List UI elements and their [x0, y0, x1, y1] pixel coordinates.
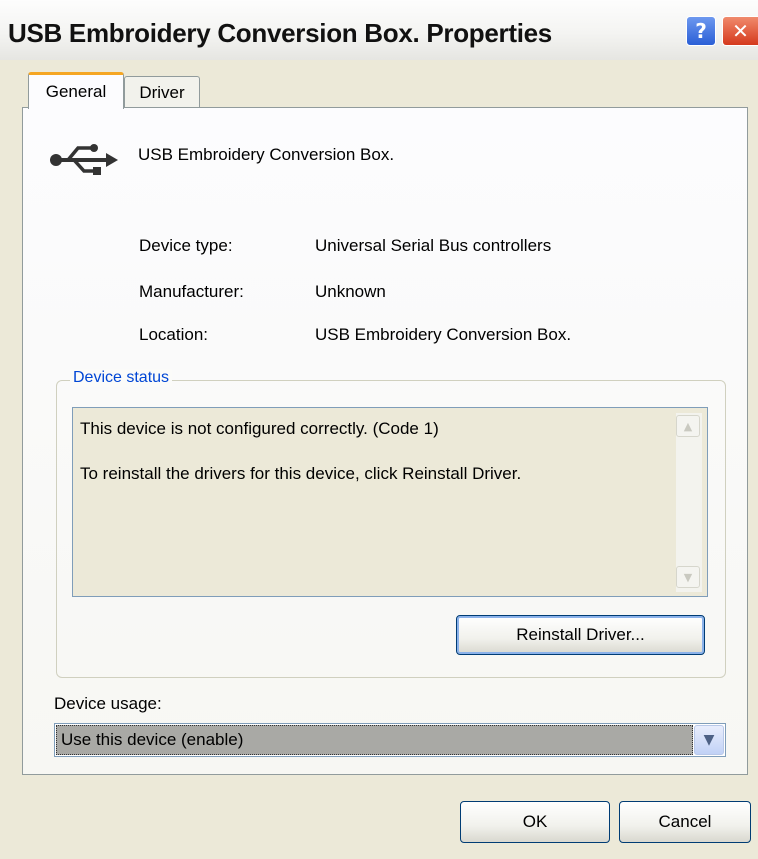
location-label: Location: — [139, 325, 208, 344]
manufacturer-value: Unknown — [315, 282, 386, 301]
device-usage-label: Device usage: — [54, 694, 162, 713]
tab-bar: General Driver — [0, 72, 758, 109]
ok-button[interactable]: OK — [460, 801, 610, 843]
reinstall-driver-button[interactable]: Reinstall Driver... — [456, 615, 705, 655]
status-line: To reinstall the drivers for this device… — [80, 464, 522, 483]
scroll-down-icon[interactable]: ▼ — [676, 566, 700, 588]
usb-icon — [50, 144, 118, 175]
status-line: This device is not configured correctly.… — [80, 419, 439, 438]
close-icon: ✕ — [732, 19, 749, 43]
cancel-button[interactable]: Cancel — [619, 801, 751, 843]
device-type-value: Universal Serial Bus controllers — [315, 236, 552, 255]
device-name: USB Embroidery Conversion Box. — [138, 145, 395, 164]
device-status-legend: Device status — [70, 369, 173, 387]
close-button[interactable]: ✕ — [722, 16, 758, 46]
manufacturer-label: Manufacturer: — [139, 282, 244, 301]
title-bar[interactable]: USB Embroidery Conversion Box. Propertie… — [0, 0, 758, 60]
device-usage-value: Use this device (enable) — [56, 725, 693, 755]
help-icon: ? — [695, 19, 707, 43]
chevron-down-icon[interactable]: ▼ — [694, 725, 724, 755]
scroll-up-icon[interactable]: ▲ — [676, 415, 700, 437]
device-usage-select[interactable]: Use this device (enable) ▼ — [54, 723, 726, 757]
properties-dialog: USB Embroidery Conversion Box. Propertie… — [0, 0, 758, 859]
tab-driver[interactable]: Driver — [124, 76, 200, 108]
tab-general[interactable]: General — [28, 72, 124, 109]
status-scrollbar[interactable]: ▲ ▼ — [676, 413, 702, 592]
window-title: USB Embroidery Conversion Box. Propertie… — [8, 18, 552, 48]
help-button[interactable]: ? — [686, 16, 716, 46]
location-value: USB Embroidery Conversion Box. — [315, 325, 572, 344]
device-type-label: Device type: — [139, 236, 233, 255]
